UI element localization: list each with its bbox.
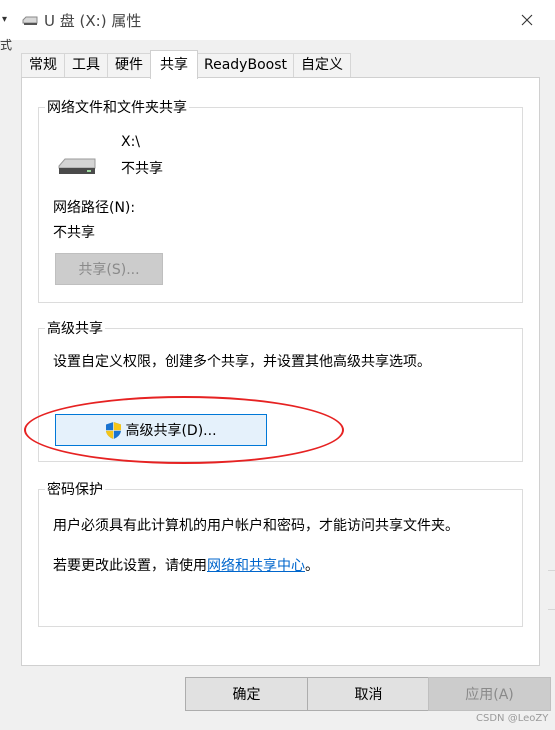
group-title: 网络文件和文件夹共享: [45, 97, 189, 117]
password-protection-group: 密码保护 用户必须具有此计算机的用户帐户和密码，才能访问共享文件夹。 若要更改此…: [38, 479, 523, 627]
annotation-ellipse: [24, 396, 344, 464]
drive-icon: [58, 158, 96, 174]
group-title: 高级共享: [45, 318, 105, 338]
title-bar: U 盘 (X:) 属性: [0, 0, 555, 40]
background-window-glyph: ▾: [2, 14, 8, 25]
background-window-text: 式: [0, 38, 13, 52]
advanced-sharing-description: 设置自定义权限，创建多个共享，并设置其他高级共享选项。: [53, 354, 431, 370]
password-protection-description: 用户必须具有此计算机的用户帐户和密码，才能访问共享文件夹。: [53, 518, 459, 534]
tab-general[interactable]: 常规: [21, 53, 65, 78]
sharing-panel: 网络文件和文件夹共享 X:\ 不共享 网络路径(N): 不共享 共享(S)...…: [21, 77, 540, 666]
network-sharing-center-link[interactable]: 网络和共享中心: [207, 558, 305, 574]
window-title: U 盘 (X:) 属性: [44, 12, 142, 30]
tab-customize[interactable]: 自定义: [292, 53, 351, 78]
network-path-label: 网络路径(N):: [53, 200, 136, 216]
drive-share-status: 不共享: [121, 161, 163, 177]
close-icon: [521, 14, 533, 26]
close-button[interactable]: [510, 6, 544, 34]
tab-tools[interactable]: 工具: [64, 53, 108, 78]
apply-button[interactable]: 应用(A): [428, 677, 551, 711]
change-setting-suffix: 。: [305, 558, 319, 574]
ok-button[interactable]: 确定: [185, 677, 308, 711]
drive-label: X:\: [121, 134, 141, 150]
properties-dialog: U 盘 (X:) 属性 ▾ 式 常规 工具 硬件 共享 ReadyBoost 自…: [0, 0, 555, 730]
group-title: 密码保护: [45, 479, 105, 499]
change-setting-prefix: 若要更改此设置，请使用: [53, 558, 207, 574]
tab-strip: 常规 工具 硬件 共享 ReadyBoost 自定义: [21, 50, 351, 79]
usb-drive-icon: [22, 16, 38, 25]
tab-sharing[interactable]: 共享: [150, 50, 198, 79]
change-setting-text: 若要更改此设置，请使用网络和共享中心。: [53, 555, 319, 575]
cancel-button[interactable]: 取消: [307, 677, 430, 711]
background-window-edge: [548, 570, 555, 610]
watermark: CSDN @LeoZY: [476, 713, 549, 724]
network-sharing-group: 网络文件和文件夹共享 X:\ 不共享 网络路径(N): 不共享 共享(S)...: [38, 97, 523, 303]
network-path-value: 不共享: [53, 225, 95, 241]
tab-readyboost[interactable]: ReadyBoost: [197, 53, 294, 78]
tab-hardware[interactable]: 硬件: [107, 53, 151, 78]
share-button[interactable]: 共享(S)...: [55, 253, 163, 285]
